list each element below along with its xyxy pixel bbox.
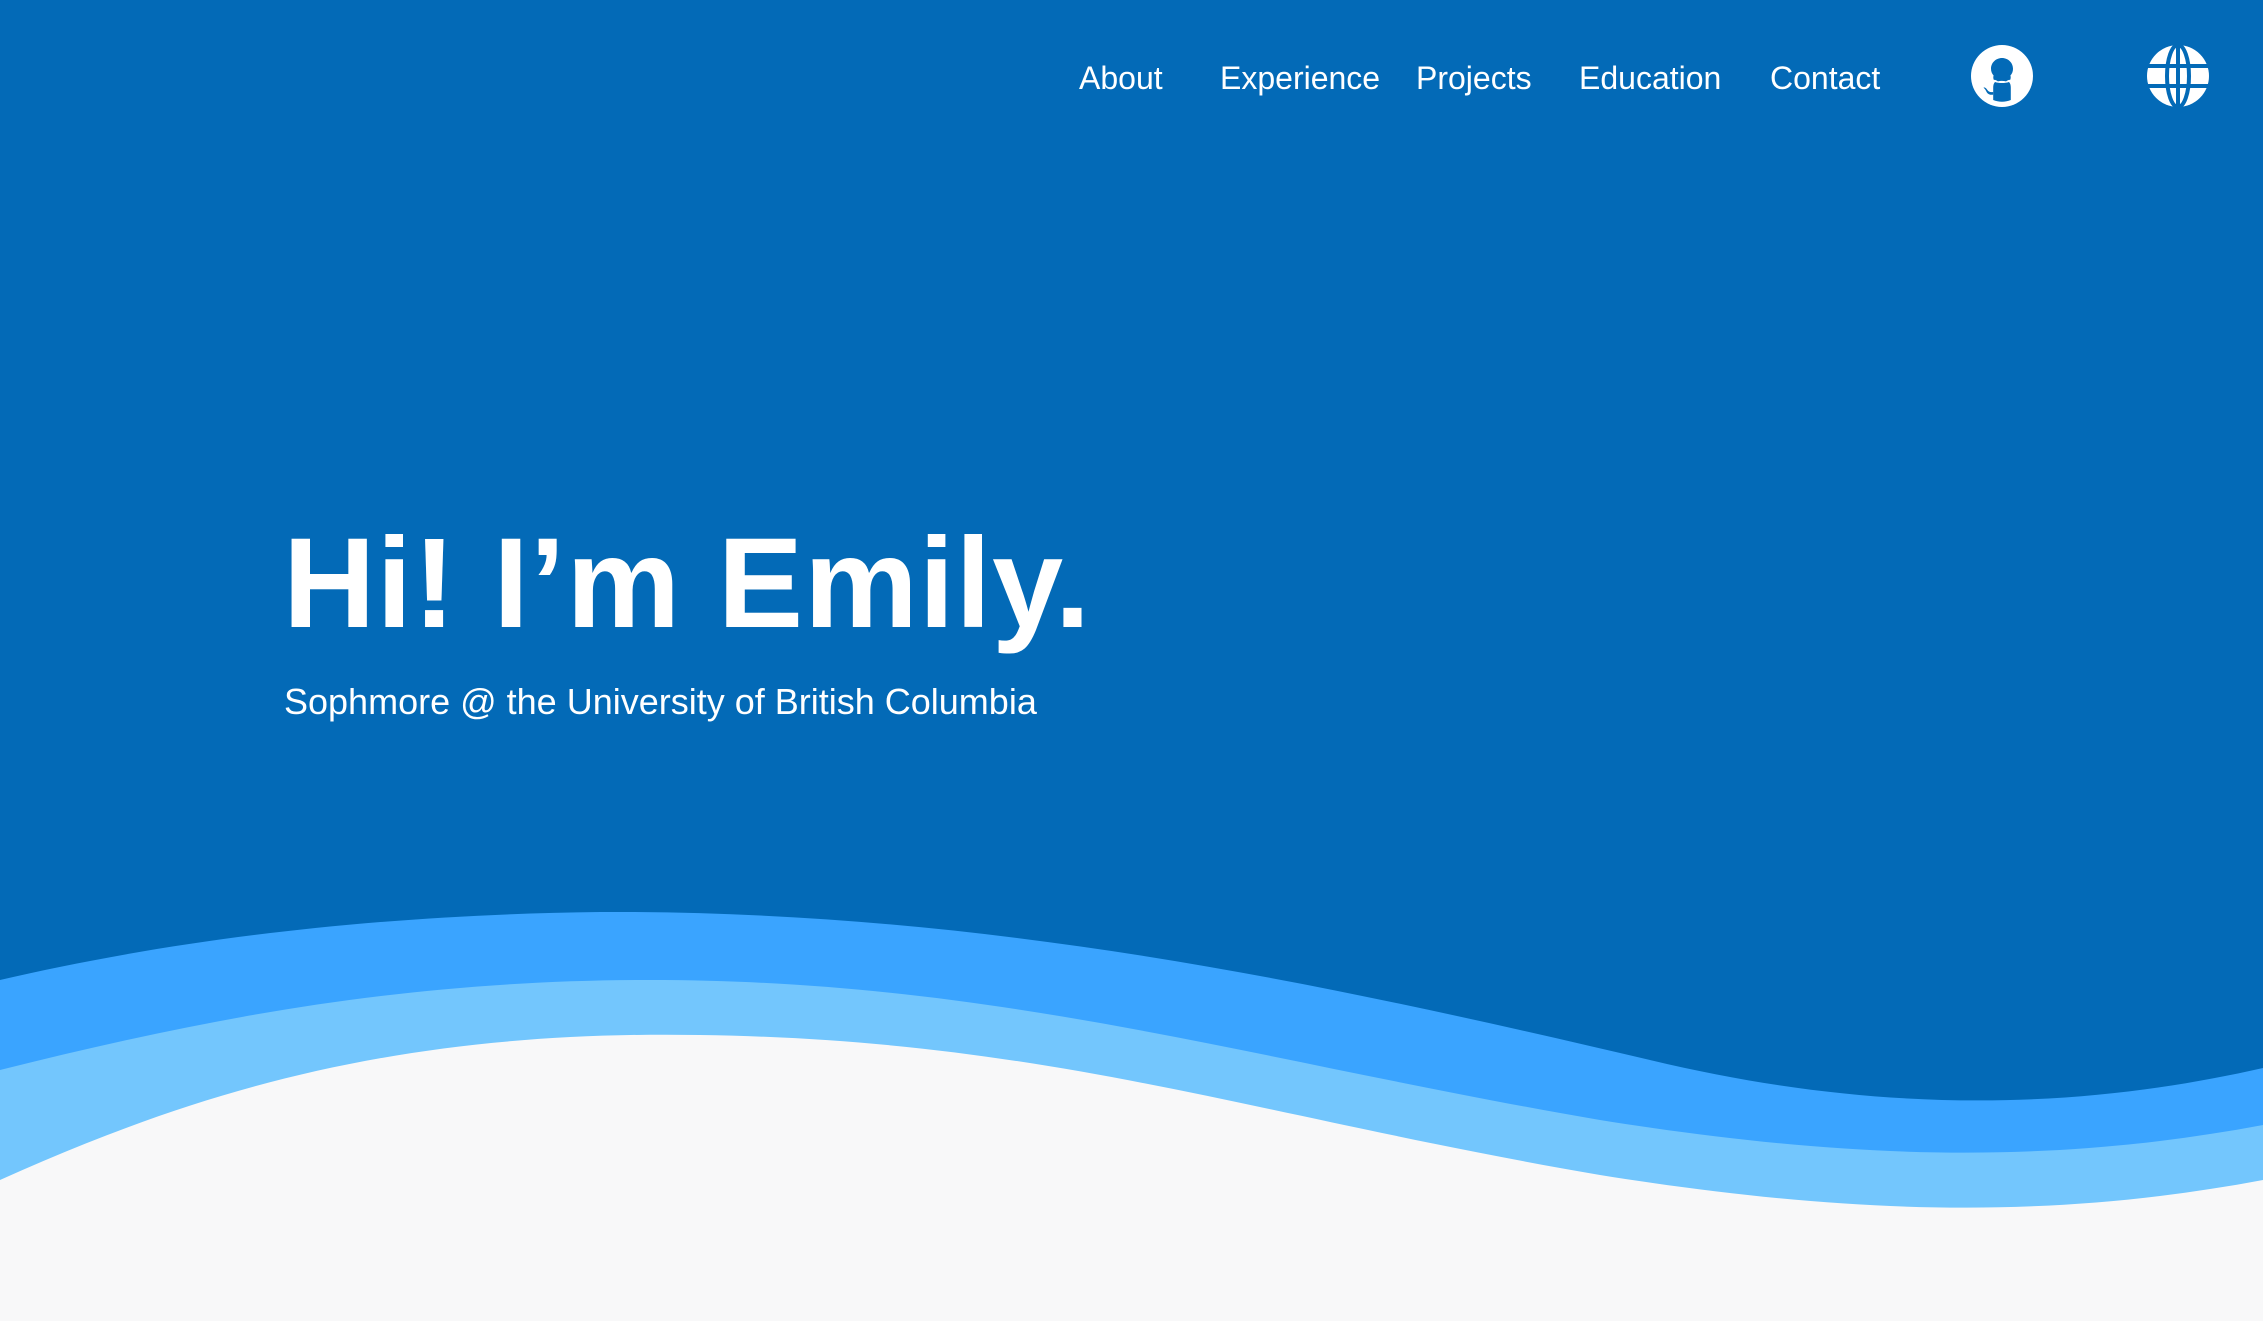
hero-section: About Experience Projects Education Cont…	[0, 0, 2263, 1321]
nav-experience-link[interactable]: Experience	[1220, 50, 1380, 106]
nav-projects-link[interactable]: Projects	[1416, 50, 1532, 106]
top-nav: About Experience Projects Education Cont…	[0, 44, 2263, 108]
nav-contact-link[interactable]: Contact	[1770, 50, 1880, 106]
nav-education-link[interactable]: Education	[1579, 50, 1721, 106]
globe-icon[interactable]	[2146, 44, 2210, 108]
nav-about-link[interactable]: About	[1079, 50, 1163, 106]
github-icon[interactable]	[1970, 44, 2034, 108]
hero-title: Hi! I’m Emily.	[283, 512, 1092, 655]
hero-subtitle: Sophmore @ the University of British Col…	[284, 681, 1037, 722]
hero-wave-background	[0, 0, 2263, 1321]
